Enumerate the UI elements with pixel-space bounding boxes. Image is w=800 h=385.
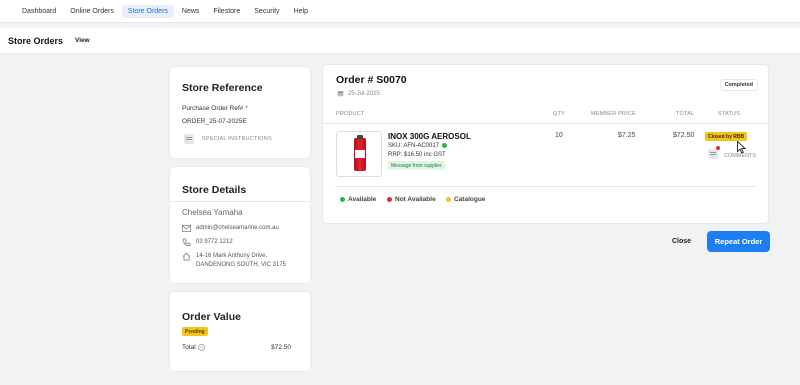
- line-total: $72.50: [673, 132, 695, 139]
- legend-catalogue: Catalogue: [446, 196, 485, 203]
- order-value-heading: Order Value: [182, 311, 241, 323]
- store-details-heading: Store Details: [182, 184, 247, 196]
- product-image[interactable]: [336, 131, 382, 177]
- store-phone[interactable]: 03 9772 1212: [196, 238, 233, 247]
- divider: [335, 186, 756, 187]
- nav-dashboard[interactable]: Dashboard: [16, 5, 62, 18]
- order-title: Order # S0070: [336, 74, 407, 86]
- special-instructions-label: SPECIAL INSTRUCTIONS: [202, 136, 272, 142]
- home-icon: [182, 252, 191, 261]
- po-label: Purchase Order Ref#: [182, 105, 244, 112]
- po-value[interactable]: ORDER_25-07-2025E: [182, 118, 247, 125]
- product-sku-row: SKU: AFN-AC0017: [388, 143, 448, 150]
- unread-dot: [716, 146, 720, 150]
- nav-store-orders[interactable]: Store Orders: [121, 4, 174, 18]
- phone-row: 03 9772 1212: [182, 238, 233, 247]
- close-button[interactable]: Close: [668, 236, 695, 247]
- order-date: 25-Jul-2025: [348, 90, 380, 97]
- col-qty: QTY: [553, 111, 565, 117]
- address-row: 14-16 Mark Anthony Drive, DANDENONG SOUT…: [182, 252, 286, 270]
- address-line-2: DANDENONG SOUTH, VIC 3175: [196, 262, 287, 268]
- line-status-badge: Closed by RBB: [705, 132, 748, 141]
- address-line-1: 14-16 Mark Anthony Drive,: [196, 253, 268, 259]
- pending-badge: Pending: [182, 327, 208, 336]
- legend-not-available-label: Not Available: [395, 196, 436, 203]
- col-member-price: MEMBER PRICE: [591, 111, 636, 117]
- legend-not-available: Not Available: [387, 196, 436, 203]
- phone-icon: [182, 238, 191, 247]
- red-dot: [387, 197, 392, 202]
- mail-icon: [182, 224, 191, 233]
- legend-catalogue-label: Catalogue: [454, 196, 486, 203]
- col-status: STATUS: [718, 111, 741, 117]
- store-address: 14-16 Mark Anthony Drive, DANDENONG SOUT…: [196, 252, 286, 270]
- info-icon[interactable]: ?: [197, 344, 205, 351]
- nav-filestore[interactable]: Filestore: [207, 5, 246, 18]
- line-member-price: $7.25: [618, 132, 636, 139]
- repeat-order-button[interactable]: Repeat Order: [707, 231, 770, 252]
- nav-help[interactable]: Help: [288, 5, 314, 18]
- availability-dot: [442, 143, 448, 148]
- email-row: admin@chelseamarine.com.au: [182, 224, 279, 233]
- order-date-row: 25-Jul-2025: [337, 90, 380, 97]
- line-qty: 10: [555, 132, 563, 139]
- svg-text:?: ?: [200, 345, 203, 350]
- total-value: $72.50: [271, 344, 291, 351]
- nav-security[interactable]: Security: [248, 5, 285, 18]
- aerosol-can-icon: [354, 135, 366, 171]
- message-from-supplier-badge[interactable]: Message from supplier: [388, 161, 445, 170]
- green-dot: [340, 197, 345, 202]
- note-icon: [184, 134, 194, 144]
- total-label: Total: [182, 344, 196, 351]
- divider: [323, 123, 768, 124]
- col-total: TOTAL: [676, 111, 695, 117]
- store-details-card: Store Details Chelsea Yamaha admin@chels…: [169, 166, 311, 284]
- comments-icon[interactable]: [708, 149, 718, 159]
- order-value-card: Order Value Pending Total ? $72.50: [169, 291, 311, 372]
- sub-header: Store Orders View: [0, 28, 800, 54]
- store-reference-card: Store Reference Purchase Order Ref# * OR…: [169, 66, 311, 159]
- total-label-row: Total ?: [182, 344, 205, 351]
- store-name: Chelsea Yamaha: [182, 208, 243, 217]
- product-name[interactable]: INOX 300G AEROSOL: [388, 132, 471, 141]
- col-product: PRODUCT: [336, 111, 365, 117]
- store-reference-heading: Store Reference: [182, 82, 263, 94]
- nav-news[interactable]: News: [176, 5, 206, 18]
- calendar-icon: [337, 91, 344, 97]
- required-mark: *: [245, 105, 248, 112]
- store-email[interactable]: admin@chelseamarine.com.au: [196, 224, 279, 233]
- divider: [170, 201, 310, 202]
- po-label-row: Purchase Order Ref# *: [182, 105, 248, 112]
- order-status-badge: Completed: [719, 79, 758, 91]
- product-rrp: RRP: $16.50 inc GST: [388, 152, 446, 158]
- mouse-cursor-icon: [737, 141, 746, 154]
- page-title: Store Orders: [8, 35, 64, 46]
- product-sku: SKU: AFN-AC0017: [388, 143, 440, 150]
- view-link[interactable]: View: [75, 37, 90, 44]
- legend-available-label: Available: [348, 196, 377, 203]
- nav-online-orders[interactable]: Online Orders: [64, 5, 120, 18]
- yellow-dot: [446, 197, 451, 202]
- special-instructions-button[interactable]: SPECIAL INSTRUCTIONS: [184, 134, 272, 144]
- legend-available: Available: [340, 196, 376, 203]
- top-nav: Dashboard Online Orders Store Orders New…: [0, 0, 800, 23]
